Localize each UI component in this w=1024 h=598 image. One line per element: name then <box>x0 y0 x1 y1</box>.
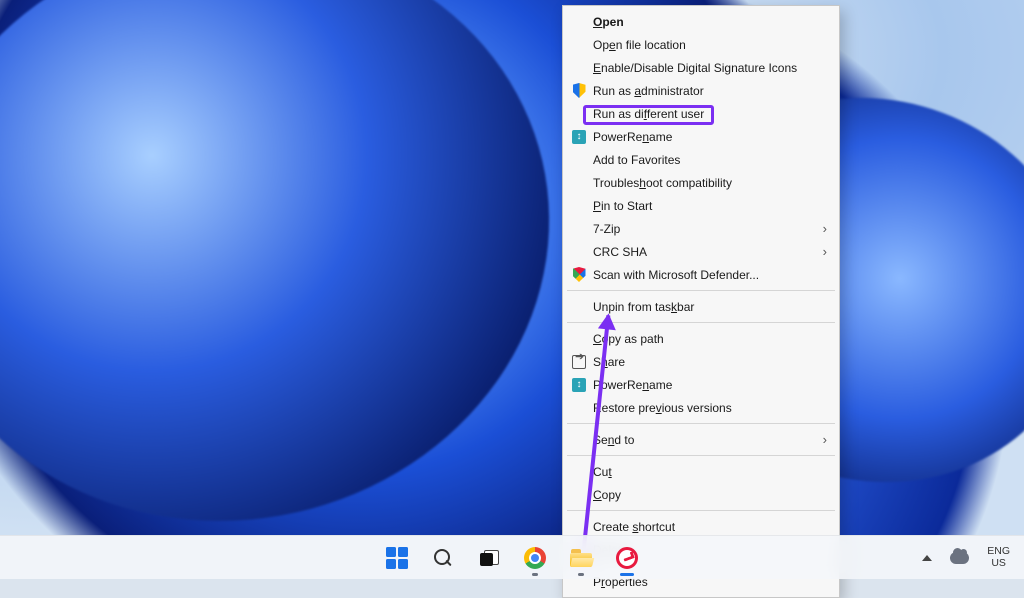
ctx-run-as-administrator[interactable]: Run as administrator <box>565 79 837 102</box>
ctx-copy[interactable]: Copy <box>565 483 837 506</box>
context-menu: Open Open file location Enable/Disable D… <box>562 5 840 598</box>
context-menu-separator <box>567 455 835 456</box>
task-view-button[interactable] <box>469 538 509 578</box>
ctx-powerrename-2[interactable]: PowerRename <box>565 373 837 396</box>
language-indicator[interactable]: ENG US <box>983 541 1014 575</box>
cloud-icon <box>950 552 969 564</box>
task-view-icon <box>480 550 499 566</box>
file-explorer-icon <box>570 549 592 567</box>
context-menu-separator <box>567 290 835 291</box>
taskbar-app-chrome[interactable] <box>515 538 555 578</box>
powerrename-icon <box>571 377 587 393</box>
ctx-send-to[interactable]: Send to› <box>565 428 837 451</box>
chevron-right-icon: › <box>823 245 827 258</box>
annotation-highlight-box <box>583 105 714 125</box>
tray-overflow-button[interactable] <box>918 541 936 575</box>
chevron-right-icon: › <box>823 433 827 446</box>
chrome-icon <box>524 547 546 569</box>
search-icon <box>434 549 452 567</box>
ctx-pin-to-start[interactable]: Pin to Start <box>565 194 837 217</box>
taskbar: ENG US <box>0 535 1024 579</box>
taskbar-tray: ENG US <box>918 541 1014 575</box>
ctx-open[interactable]: Open <box>565 10 837 33</box>
taskbar-center-icons <box>377 538 647 578</box>
desktop-wallpaper <box>0 0 1024 535</box>
powerrename-icon <box>571 129 587 145</box>
defender-shield-icon <box>571 267 587 283</box>
search-button[interactable] <box>423 538 463 578</box>
context-menu-separator <box>567 510 835 511</box>
windows-logo-icon <box>386 547 408 569</box>
tray-onedrive-button[interactable] <box>946 541 973 575</box>
language-bottom: US <box>987 558 1010 569</box>
taskbar-app-active[interactable] <box>607 538 647 578</box>
language-top: ENG <box>987 546 1010 557</box>
shield-icon <box>571 83 587 99</box>
app-red-icon <box>616 547 638 569</box>
share-icon <box>571 354 587 370</box>
ctx-open-file-location[interactable]: Open file location <box>565 33 837 56</box>
chevron-up-icon <box>922 555 932 561</box>
ctx-enable-disable-signature[interactable]: Enable/Disable Digital Signature Icons <box>565 56 837 79</box>
ctx-7zip[interactable]: 7-Zip› <box>565 217 837 240</box>
ctx-add-to-favorites[interactable]: Add to Favorites <box>565 148 837 171</box>
ctx-restore-previous-versions[interactable]: Restore previous versions <box>565 396 837 419</box>
context-menu-separator <box>567 423 835 424</box>
ctx-cut[interactable]: Cut <box>565 460 837 483</box>
ctx-scan-defender[interactable]: Scan with Microsoft Defender... <box>565 263 837 286</box>
ctx-powerrename[interactable]: PowerRename <box>565 125 837 148</box>
ctx-crc-sha[interactable]: CRC SHA› <box>565 240 837 263</box>
chevron-right-icon: › <box>823 222 827 235</box>
ctx-troubleshoot-compatibility[interactable]: Troubleshoot compatibility <box>565 171 837 194</box>
taskbar-app-explorer[interactable] <box>561 538 601 578</box>
start-button[interactable] <box>377 538 417 578</box>
